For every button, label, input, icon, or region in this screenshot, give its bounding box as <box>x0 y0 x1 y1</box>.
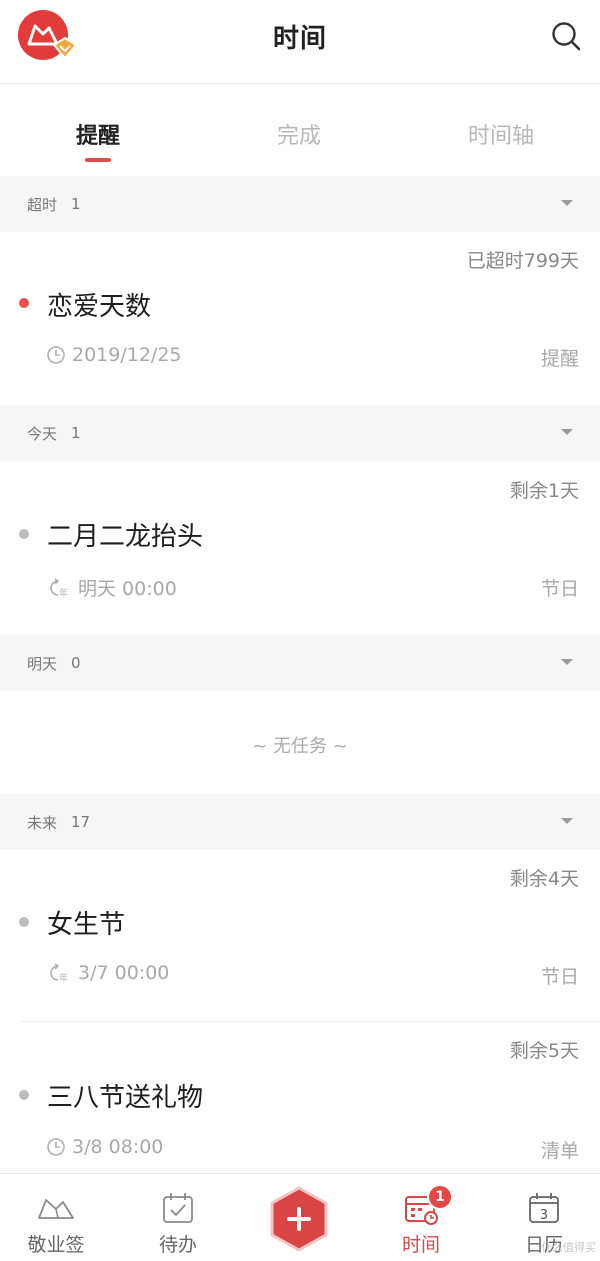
tab-label: 提醒 <box>75 124 120 149</box>
remaining-time: 剩余1天 <box>509 480 579 502</box>
item-meta: 3/8 08:00 <box>46 1136 163 1158</box>
nav-label: 时间 <box>401 1234 440 1256</box>
item-date: 2019/12/25 <box>72 344 182 366</box>
section-label: 明天 <box>27 654 58 673</box>
collapse-caret-icon <box>561 429 573 435</box>
item-meta: 年 3/7 00:00 <box>46 962 169 984</box>
section-count: 17 <box>71 813 91 831</box>
section-header-today[interactable]: 今天 1 <box>0 405 600 461</box>
notification-badge: 1 <box>427 1184 453 1210</box>
tab-bar: 提醒 完成 时间轴 <box>0 84 600 176</box>
section-label: 超时 <box>27 195 58 214</box>
time-calendar-icon: 1 <box>401 1184 453 1226</box>
tab-active-indicator <box>85 158 111 162</box>
collapse-caret-icon <box>561 200 573 206</box>
collapse-caret-icon <box>561 659 573 665</box>
remaining-time: 剩余4天 <box>509 868 579 890</box>
tab-completed[interactable]: 完成 <box>196 84 402 176</box>
item-title: 女生节 <box>47 910 126 940</box>
remaining-time: 剩余5天 <box>509 1040 579 1062</box>
status-dot <box>19 298 29 308</box>
tab-reminders[interactable]: 提醒 <box>0 84 196 176</box>
section-count: 1 <box>71 424 81 442</box>
section-label: 未来 <box>27 813 58 832</box>
empty-state-text: ~ 无任务 ~ <box>252 736 348 757</box>
item-date: 3/7 00:00 <box>78 962 170 984</box>
status-dot <box>19 917 29 927</box>
nav-item-time[interactable]: 1 时间 <box>398 1174 453 1261</box>
calendar-day: 3 <box>540 1208 548 1223</box>
collapse-caret-icon <box>561 818 573 824</box>
item-category: 清单 <box>540 1140 579 1162</box>
todo-calendar-icon <box>158 1190 198 1226</box>
item-meta: 年 明天 00:00 <box>46 574 177 601</box>
section-count: 1 <box>71 195 81 213</box>
search-icon[interactable] <box>550 20 582 52</box>
bottom-nav: 敬业签 待办 1 时间 3 日历 什么值得买 <box>0 1173 600 1261</box>
nav-label: 敬业签 <box>27 1234 85 1256</box>
list-item[interactable]: 剩余4天 女生节 年 3/7 00:00 节日 <box>0 850 600 1020</box>
status-dot <box>19 1090 29 1100</box>
clock-icon <box>47 1138 65 1156</box>
clock-icon <box>47 346 65 364</box>
svg-text:年: 年 <box>59 587 68 599</box>
item-category: 节日 <box>540 966 579 988</box>
nav-item-todo[interactable]: 待办 <box>148 1174 208 1261</box>
item-title: 三八节送礼物 <box>47 1083 204 1113</box>
tab-label: 时间轴 <box>467 124 534 149</box>
section-header-future[interactable]: 未来 17 <box>0 794 600 850</box>
nav-label: 待办 <box>158 1234 197 1256</box>
repeat-yearly-icon: 年 <box>50 963 68 984</box>
section-header-tomorrow[interactable]: 明天 0 <box>0 635 600 691</box>
calendar-icon: 3 <box>524 1190 564 1226</box>
section-count: 0 <box>71 654 81 672</box>
item-date: 3/8 08:00 <box>72 1136 164 1158</box>
watermark: 什么值得买 <box>541 1241 596 1254</box>
tab-timeline[interactable]: 时间轴 <box>402 84 600 176</box>
note-icon <box>36 1190 76 1226</box>
list-item[interactable]: 剩余5天 三八节送礼物 3/8 08:00 清单 <box>0 1022 600 1173</box>
item-category: 节日 <box>540 578 579 600</box>
item-title: 恋爱天数 <box>47 292 152 322</box>
list-item[interactable]: 已超时799天 恋爱天数 2019/12/25 提醒 <box>0 232 600 402</box>
section-header-overdue[interactable]: 超时 1 <box>0 176 600 232</box>
item-date: 明天 00:00 <box>78 578 177 600</box>
remaining-time: 已超时799天 <box>466 250 579 272</box>
status-dot <box>19 529 29 539</box>
nav-item-notes[interactable]: 敬业签 <box>22 1174 90 1261</box>
item-title: 二月二龙抬头 <box>47 522 204 552</box>
repeat-yearly-icon: 年 <box>50 577 68 599</box>
svg-text:年: 年 <box>59 972 68 984</box>
add-button[interactable] <box>264 1184 334 1254</box>
section-label: 今天 <box>27 424 58 443</box>
item-category: 提醒 <box>540 348 579 370</box>
item-meta: 2019/12/25 <box>46 344 182 366</box>
tab-label: 完成 <box>276 124 321 149</box>
header: 时间 <box>0 0 600 84</box>
list-item[interactable]: 剩余1天 二月二龙抬头 年 明天 00:00 节日 <box>0 462 600 632</box>
page-title: 时间 <box>272 24 327 54</box>
